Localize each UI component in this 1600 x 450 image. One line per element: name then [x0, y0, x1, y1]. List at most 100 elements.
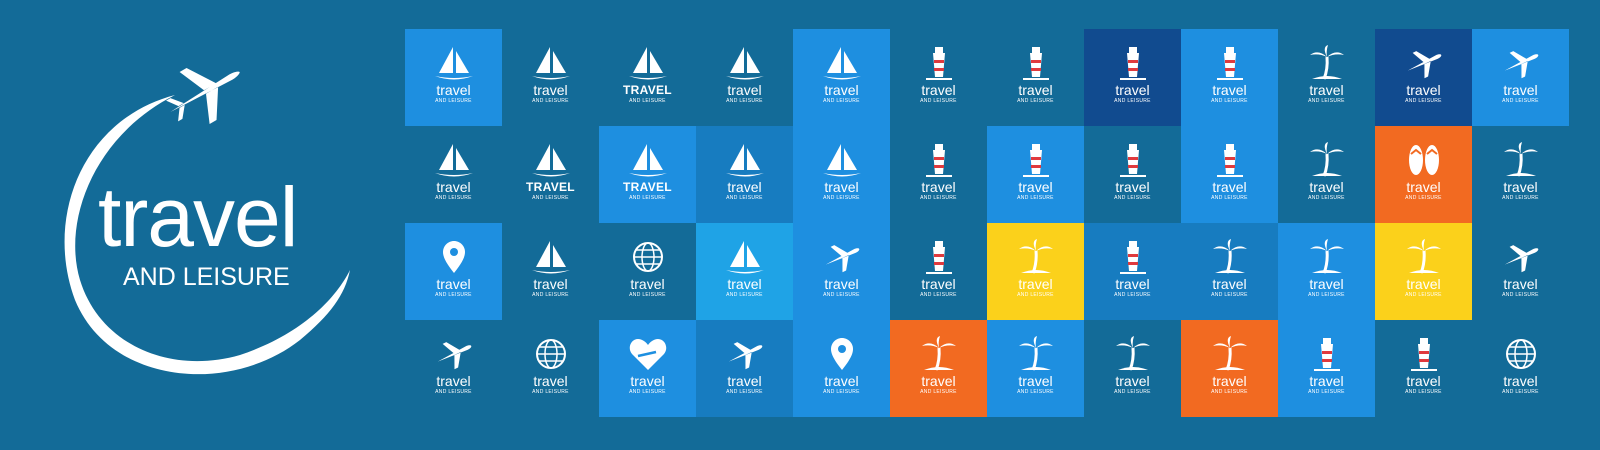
- tile-title: travel: [824, 179, 859, 195]
- logo-tile: TRAVEL AND LEISURE: [502, 126, 599, 223]
- logo-tile: travel AND LEISURE: [1472, 223, 1569, 320]
- logo-tile: travel AND LEISURE: [599, 320, 696, 417]
- logo-tile: travel AND LEISURE: [405, 29, 502, 126]
- sailboat-icon: [531, 144, 570, 177]
- tile-title: travel: [436, 276, 471, 292]
- hero-logo: travel AND LEISURE: [0, 0, 400, 450]
- tile-title: travel: [1406, 373, 1441, 389]
- tile-subtitle: AND LEISURE: [435, 195, 472, 201]
- tile-subtitle: AND LEISURE: [1405, 292, 1442, 298]
- tile-title: travel: [1309, 373, 1344, 389]
- lighthouse-icon: [1313, 338, 1340, 371]
- tile-subtitle: AND LEISURE: [629, 292, 666, 298]
- palm-tree-icon: [1309, 142, 1344, 177]
- tile-title: travel: [921, 82, 956, 98]
- logo-tile: travel AND LEISURE: [890, 29, 987, 126]
- tile-subtitle: AND LEISURE: [1502, 98, 1539, 104]
- tile-title: travel: [1018, 276, 1053, 292]
- tile-title: travel: [533, 82, 568, 98]
- logo-tile: travel AND LEISURE: [405, 126, 502, 223]
- tile-title: travel: [533, 373, 568, 389]
- map-pin-icon: [830, 338, 853, 370]
- logo-tile: travel AND LEISURE: [987, 320, 1084, 417]
- tile-title: travel: [1018, 373, 1053, 389]
- palm-tree-icon: [921, 336, 956, 371]
- tile-subtitle: AND LEISURE: [920, 98, 957, 104]
- tile-subtitle: AND LEISURE: [823, 98, 860, 104]
- logo-tile: travel AND LEISURE: [987, 29, 1084, 126]
- tile-title: travel: [921, 179, 956, 195]
- tile-title: travel: [1503, 276, 1538, 292]
- tile-title: travel: [727, 373, 762, 389]
- logo-tile: travel AND LEISURE: [502, 29, 599, 126]
- tile-subtitle: AND LEISURE: [1502, 389, 1539, 395]
- tile-subtitle: AND LEISURE: [920, 389, 957, 395]
- tile-subtitle: AND LEISURE: [726, 389, 763, 395]
- logo-tile: travel AND LEISURE: [502, 223, 599, 320]
- logo-tile: travel AND LEISURE: [1375, 320, 1472, 417]
- airplane-icon: [1504, 245, 1538, 273]
- tile-subtitle: AND LEISURE: [1017, 389, 1054, 395]
- logo-tile: travel AND LEISURE: [405, 223, 502, 320]
- tile-subtitle: AND LEISURE: [1405, 389, 1442, 395]
- logo-tile: travel AND LEISURE: [987, 126, 1084, 223]
- tile-subtitle: AND LEISURE: [1211, 292, 1248, 298]
- tile-subtitle: AND LEISURE: [1502, 195, 1539, 201]
- logo-tile: travel AND LEISURE: [405, 320, 502, 417]
- lighthouse-icon: [1119, 241, 1146, 274]
- tile-subtitle: AND LEISURE: [823, 389, 860, 395]
- airplane-icon: [166, 68, 240, 124]
- globe-icon: [1505, 339, 1536, 369]
- logo-tile: travel AND LEISURE: [1278, 223, 1375, 320]
- airplane-icon: [825, 245, 859, 273]
- tile-title: travel: [921, 276, 956, 292]
- logo-tile: TRAVEL AND LEISURE: [599, 126, 696, 223]
- tile-title: travel: [533, 276, 568, 292]
- logo-tile: travel AND LEISURE: [1084, 223, 1181, 320]
- tile-title: travel: [1406, 276, 1441, 292]
- tile-subtitle: AND LEISURE: [1017, 195, 1054, 201]
- globe-icon: [632, 242, 663, 272]
- logo-tile: travel AND LEISURE: [987, 223, 1084, 320]
- logo-tile: travel AND LEISURE: [890, 126, 987, 223]
- hero-title: travel: [98, 170, 298, 264]
- tile-subtitle: AND LEISURE: [1114, 98, 1151, 104]
- palm-tree-icon: [1309, 239, 1344, 274]
- sailboat-icon: [725, 144, 764, 177]
- tile-title: travel: [1406, 179, 1441, 195]
- tile-subtitle: AND LEISURE: [629, 195, 666, 201]
- tile-subtitle: AND LEISURE: [1308, 195, 1345, 201]
- palm-tree-icon: [1309, 45, 1344, 80]
- tile-title: travel: [727, 276, 762, 292]
- logo-tile: travel AND LEISURE: [890, 320, 987, 417]
- tile-subtitle: AND LEISURE: [1017, 98, 1054, 104]
- lighthouse-icon: [925, 144, 952, 177]
- logo-tile: travel AND LEISURE: [1181, 29, 1278, 126]
- logo-tile: travel AND LEISURE: [1084, 29, 1181, 126]
- tile-title: travel: [1503, 373, 1538, 389]
- tile-subtitle: AND LEISURE: [435, 389, 472, 395]
- tile-title: travel: [1018, 82, 1053, 98]
- tile-title: travel: [1503, 179, 1538, 195]
- tile-title: travel: [824, 276, 859, 292]
- logo-tile: travel AND LEISURE: [1084, 126, 1181, 223]
- tile-title: travel: [630, 373, 665, 389]
- tile-title: travel: [1115, 373, 1150, 389]
- airplane-icon: [1407, 51, 1441, 79]
- tile-title: travel: [824, 82, 859, 98]
- lighthouse-icon: [1119, 144, 1146, 177]
- tile-title: travel: [630, 276, 665, 292]
- logo-tile: travel AND LEISURE: [696, 320, 793, 417]
- tile-subtitle: AND LEISURE: [823, 195, 860, 201]
- tile-subtitle: AND LEISURE: [726, 292, 763, 298]
- tile-subtitle: AND LEISURE: [532, 195, 569, 201]
- heart-icon: [629, 339, 666, 370]
- tile-subtitle: AND LEISURE: [823, 292, 860, 298]
- tile-subtitle: AND LEISURE: [1114, 195, 1151, 201]
- sailboat-icon: [531, 47, 570, 80]
- tile-subtitle: AND LEISURE: [726, 195, 763, 201]
- tile-title: travel: [1115, 276, 1150, 292]
- tile-subtitle: AND LEISURE: [532, 389, 569, 395]
- logo-tile: travel AND LEISURE: [793, 29, 890, 126]
- logo-tile: travel AND LEISURE: [793, 126, 890, 223]
